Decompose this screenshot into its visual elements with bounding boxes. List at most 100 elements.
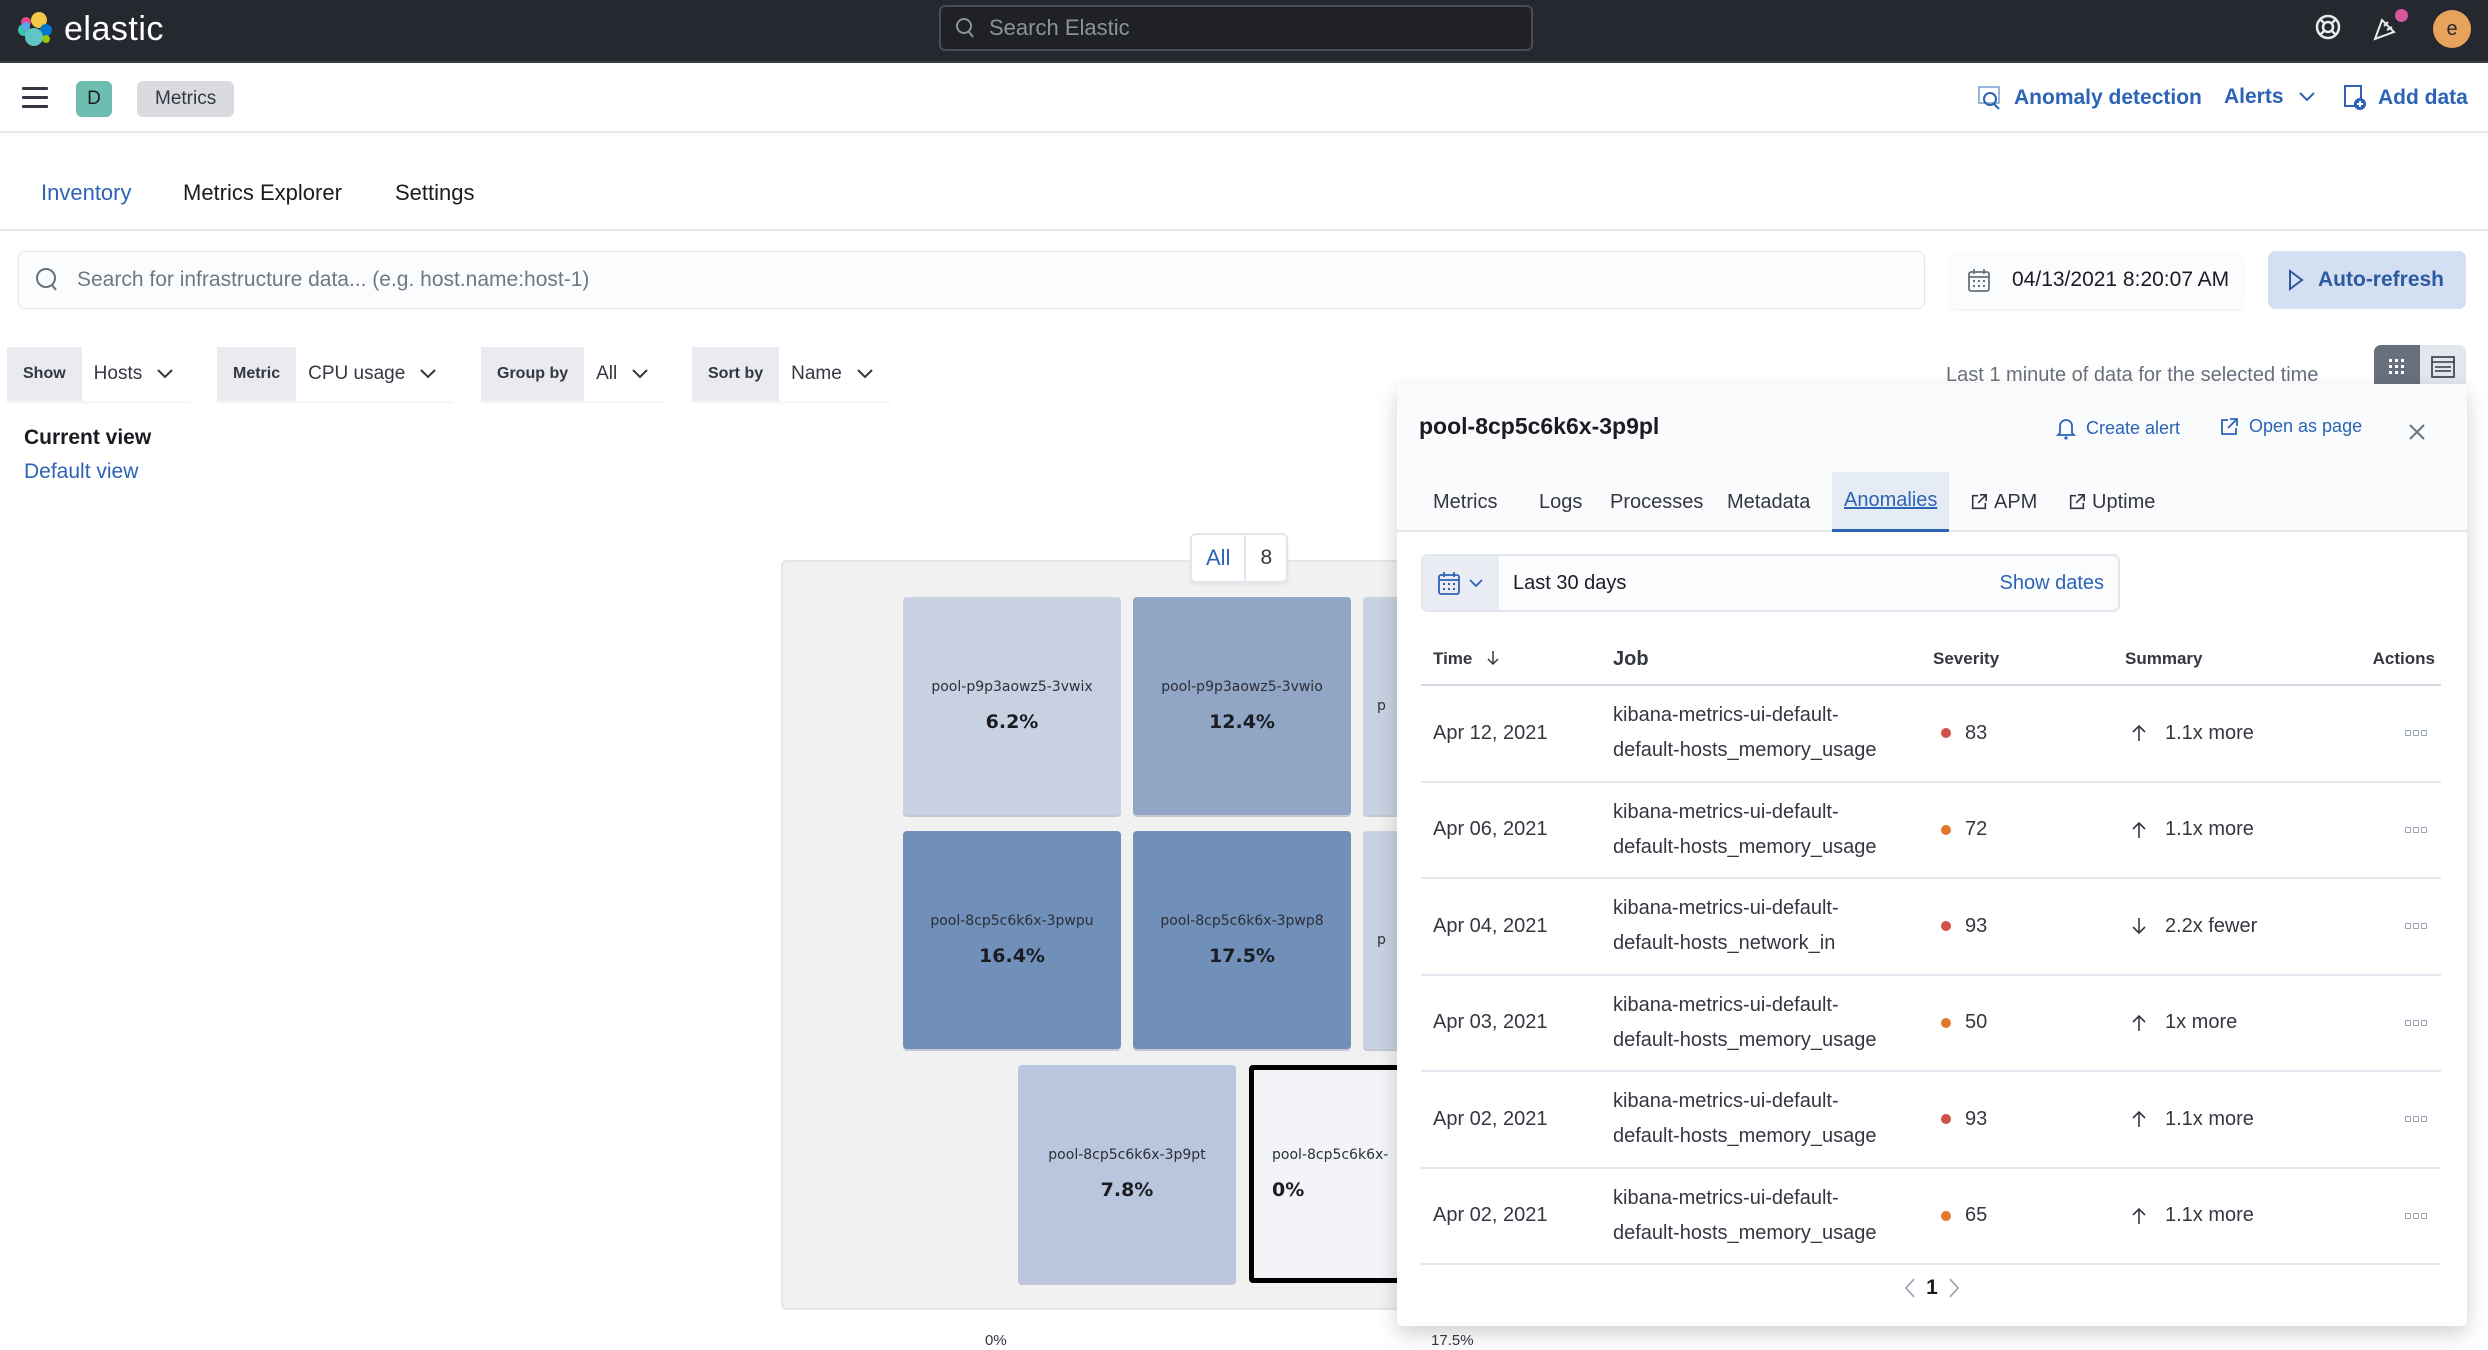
cell-actions: [2371, 730, 2441, 737]
table-view-button[interactable]: [2420, 345, 2466, 389]
anomaly-range-picker: Last 30 days Show dates: [1421, 554, 2120, 612]
cell-job-line-2: default-hosts_memory_usage: [1613, 1028, 1877, 1051]
close-icon[interactable]: [2407, 422, 2427, 442]
column-header-summary: Summary: [2125, 649, 2203, 668]
severity-score: 93: [1965, 1107, 1988, 1130]
table-row: Apr 04, 2021 kibana-metrics-ui-default-de…: [1421, 879, 2441, 976]
cell-time: Apr 12, 2021: [1433, 721, 1548, 744]
play-icon: [2289, 269, 2304, 291]
node-details-flyout: pool-8cp5c6k6x-3p9pl Create alert Open a…: [1397, 384, 2467, 1326]
alerts-label: Alerts: [2224, 85, 2284, 108]
breadcrumb-metrics[interactable]: Metrics: [137, 81, 235, 117]
cell-severity: 83: [1933, 722, 2125, 745]
alerts-menu-button[interactable]: Alerts: [2224, 85, 2316, 109]
cell-actions: [2371, 1019, 2441, 1026]
anomaly-detection-link[interactable]: Anomaly detection: [1978, 85, 2202, 111]
chevron-down-icon: [2298, 92, 2315, 102]
quick-select-button[interactable]: [1423, 556, 1499, 610]
actions-menu-icon[interactable]: [2405, 1116, 2427, 1123]
arrow-up-icon: [2132, 1014, 2146, 1031]
flyout-tab-processes[interactable]: Processes: [1598, 472, 1715, 532]
infrastructure-search-placeholder: Search for infrastructure data... (e.g. …: [77, 268, 590, 291]
actions-menu-icon[interactable]: [2405, 1212, 2427, 1219]
anomaly-icon: [1978, 86, 2000, 110]
flyout-tab-metadata[interactable]: Metadata: [1715, 472, 1822, 532]
current-page[interactable]: 1: [1926, 1276, 1938, 1300]
summary-text: 2.2x fewer: [2165, 914, 2258, 937]
tab-metrics-explorer[interactable]: Metrics Explorer: [183, 180, 342, 206]
create-alert-button[interactable]: Create alert: [2056, 416, 2180, 440]
group-name: All: [1192, 535, 1247, 581]
column-time-label: Time: [1433, 649, 1473, 668]
search-icon: [36, 268, 57, 291]
actions-menu-icon[interactable]: [2405, 923, 2427, 930]
infrastructure-search-input[interactable]: Search for infrastructure data... (e.g. …: [18, 251, 1925, 309]
date-picker[interactable]: 04/13/2021 8:20:07 AM: [1950, 251, 2243, 309]
saved-view-link[interactable]: Default view: [24, 460, 138, 484]
flyout-tab-metrics[interactable]: Metrics: [1421, 472, 1509, 532]
host-tile[interactable]: pool-8cp5c6k6x-3pwpu 16.4%: [903, 831, 1121, 1049]
cell-actions: [2371, 826, 2441, 833]
group-by-filter[interactable]: Group by All: [481, 347, 666, 401]
chevron-left-icon[interactable]: [1904, 1277, 1916, 1299]
cell-job-line-1: kibana-metrics-ui-default-: [1613, 1090, 1839, 1113]
actions-menu-icon[interactable]: [2405, 730, 2427, 737]
host-tile-value: 0%: [1272, 1179, 1305, 1201]
column-header-time[interactable]: Time: [1421, 649, 1613, 669]
auto-refresh-button[interactable]: Auto-refresh: [2268, 251, 2466, 309]
flyout-tab-logs[interactable]: Logs: [1527, 472, 1594, 532]
cell-job-line-2: default-hosts_memory_usage: [1613, 1221, 1877, 1244]
actions-menu-icon[interactable]: [2405, 1019, 2427, 1026]
severity-score: 83: [1965, 721, 1988, 744]
legend-max-label: 17.5%: [1431, 1332, 1474, 1349]
arrow-up-icon: [2132, 725, 2146, 742]
flyout-tab-anomalies[interactable]: Anomalies: [1832, 472, 1950, 532]
flyout-tab-apm[interactable]: APM: [1958, 472, 2049, 532]
flyout-tab-anomalies-label: Anomalies: [1844, 489, 1938, 511]
tab-inventory[interactable]: Inventory: [41, 180, 132, 206]
show-filter[interactable]: Show Hosts: [7, 347, 191, 401]
severity-dot-icon: [1941, 1210, 1951, 1221]
menu-toggle-button[interactable]: [22, 87, 48, 109]
user-avatar[interactable]: e: [2433, 10, 2471, 48]
show-dates-button[interactable]: Show dates: [1999, 572, 2118, 595]
open-as-page-button[interactable]: Open as page: [2219, 416, 2362, 437]
create-alert-label: Create alert: [2086, 417, 2181, 438]
sort-by-filter[interactable]: Sort by Name: [692, 347, 890, 401]
show-filter-value: Hosts: [93, 363, 143, 384]
column-header-actions: Actions: [2372, 649, 2435, 668]
host-tile[interactable]: pool-p9p3aowz5-3vwix 6.2%: [903, 597, 1121, 815]
grid-icon: [2389, 359, 2404, 374]
chevron-down-icon: [420, 369, 437, 379]
sort-by-filter-label: Sort by: [692, 347, 780, 401]
actions-menu-icon[interactable]: [2405, 826, 2427, 833]
summary-text: 1.1x more: [2165, 1204, 2254, 1227]
host-tile[interactable]: pool-p9p3aowz5-3vwio 12.4%: [1133, 597, 1351, 815]
space-avatar[interactable]: D: [76, 81, 112, 117]
flyout-tab-processes-label: Processes: [1610, 490, 1704, 513]
add-data-link[interactable]: Add data: [2344, 85, 2468, 111]
host-tile[interactable]: pool-8cp5c6k6x-3p9pt 7.8%: [1018, 1065, 1236, 1283]
table-row: Apr 06, 2021 kibana-metrics-ui-default-de…: [1421, 783, 2441, 879]
host-tile[interactable]: pool-8cp5c6k6x-3pwp8 17.5%: [1133, 831, 1351, 1049]
range-value[interactable]: Last 30 days: [1499, 572, 1999, 595]
group-badge[interactable]: All 8: [1190, 533, 1289, 583]
metric-filter[interactable]: Metric CPU usage: [217, 347, 454, 401]
global-search-input[interactable]: Search Elastic: [939, 5, 1533, 51]
map-view-button[interactable]: [2374, 345, 2420, 389]
view-toggle: [2374, 345, 2466, 389]
chevron-right-icon[interactable]: [1948, 1277, 1960, 1299]
flyout-tab-uptime[interactable]: Uptime: [2056, 472, 2167, 532]
anomalies-table: Time Job Severity Summary Actions Apr 12…: [1421, 634, 2441, 1265]
cell-actions: [2371, 1212, 2441, 1219]
severity-dot-icon: [1941, 1114, 1951, 1125]
group-by-filter-label: Group by: [481, 347, 585, 401]
cell-job-line-2: default-hosts_network_in: [1613, 932, 1836, 955]
cell-job-line-1: kibana-metrics-ui-default-: [1613, 800, 1839, 823]
bell-icon: [2056, 419, 2076, 440]
elastic-logo-icon[interactable]: [16, 10, 56, 50]
tab-settings[interactable]: Settings: [395, 180, 475, 206]
arrow-up-icon: [2132, 821, 2146, 838]
show-filter-label: Show: [7, 347, 82, 401]
help-icon[interactable]: [2313, 12, 2343, 42]
